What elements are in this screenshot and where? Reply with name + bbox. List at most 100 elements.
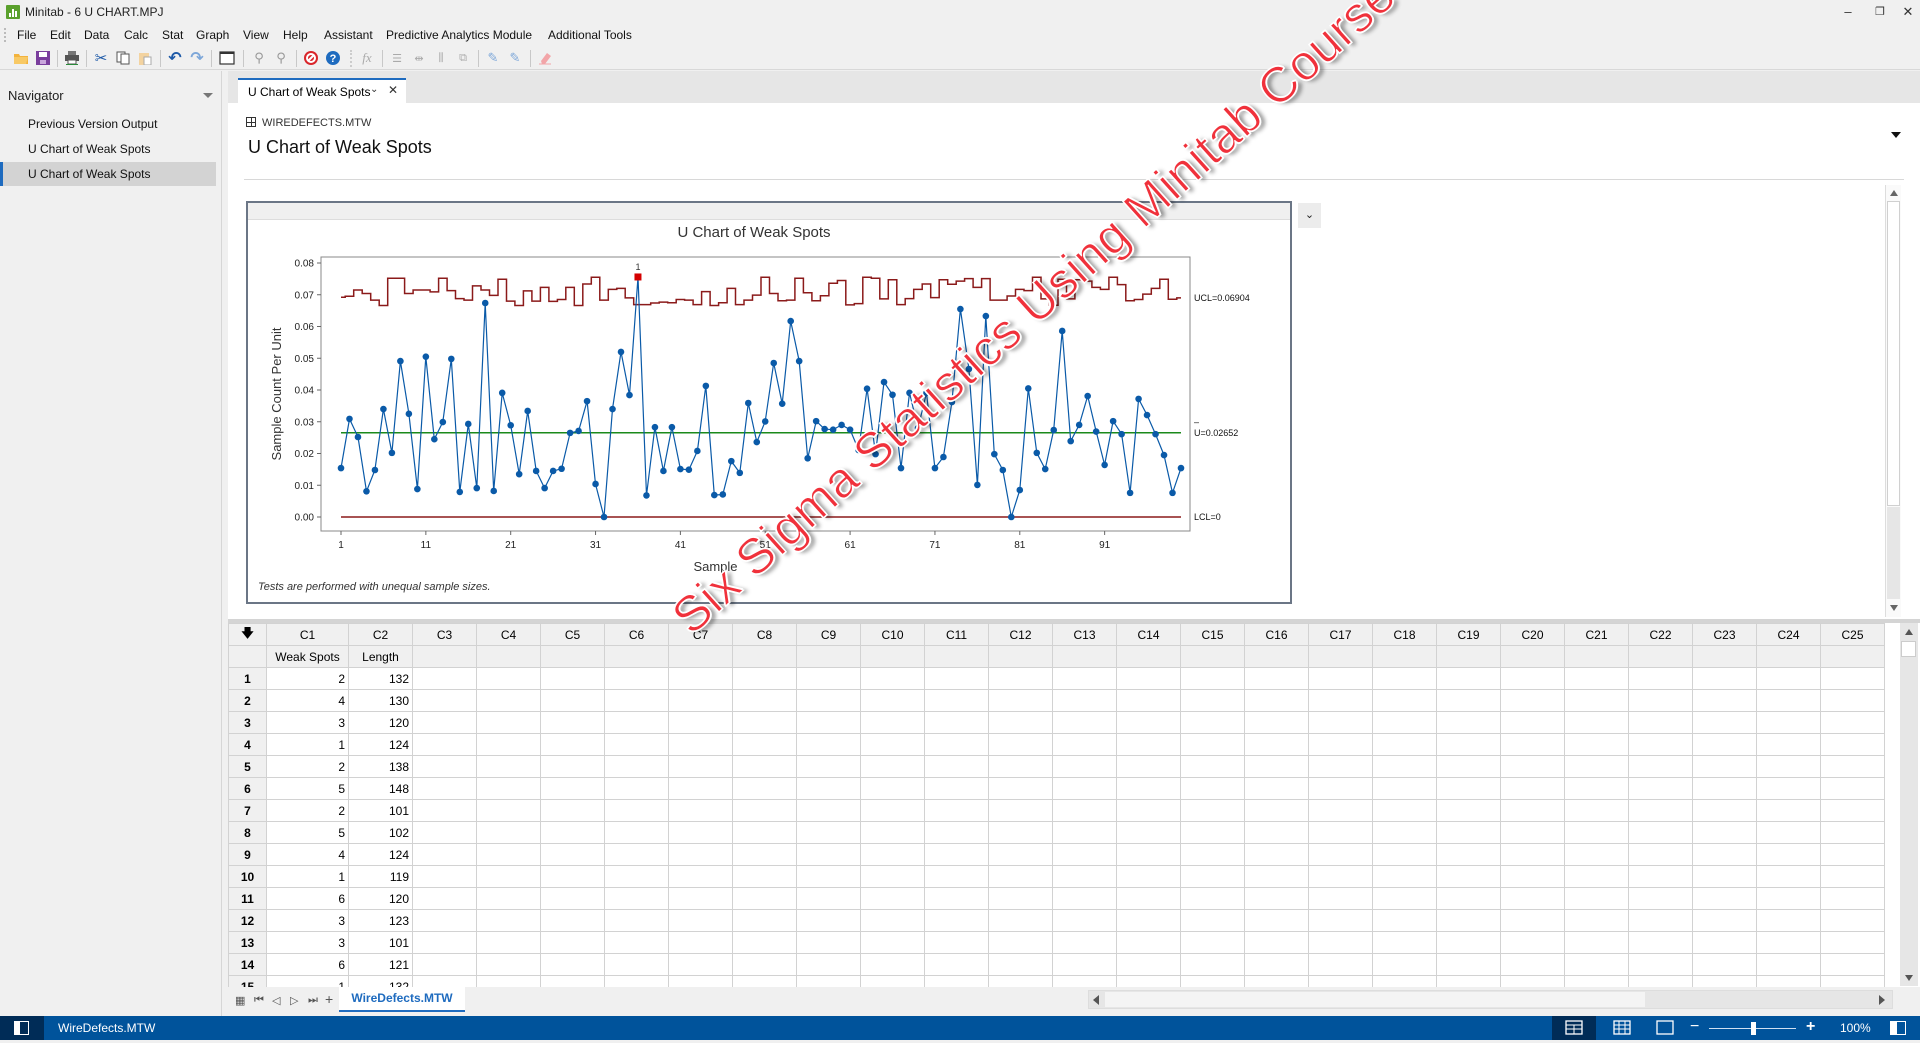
cell-empty[interactable] [604,821,669,844]
row-number[interactable]: 5 [228,755,267,778]
cell-empty[interactable] [1500,799,1565,822]
cell-empty[interactable] [924,689,989,712]
column-name-empty[interactable] [1500,645,1565,668]
cell-empty[interactable] [1244,711,1309,734]
cell-empty[interactable] [988,887,1053,910]
row-number[interactable]: 12 [228,909,267,932]
cell-empty[interactable] [860,821,925,844]
cell-empty[interactable] [988,733,1053,756]
cell-empty[interactable] [604,887,669,910]
cell[interactable]: 123 [348,909,413,932]
cell-empty[interactable] [1820,931,1885,954]
cell-empty[interactable] [412,909,477,932]
view-data-output-button[interactable] [1552,1016,1596,1040]
cell[interactable]: 5 [266,821,349,844]
cell-empty[interactable] [1500,909,1565,932]
cut-icon[interactable]: ✂ [92,49,110,67]
row-number[interactable]: 8 [228,821,267,844]
cell-empty[interactable] [1628,667,1693,690]
cell-empty[interactable] [1052,843,1117,866]
cell-empty[interactable] [1180,931,1245,954]
cell-empty[interactable] [668,777,733,800]
column-header[interactable]: C13 [1052,623,1117,646]
worksheets-list-icon[interactable]: ▦ [235,994,245,1007]
cell-empty[interactable] [1052,821,1117,844]
redo-icon[interactable]: ↷ [188,49,206,67]
cell-empty[interactable] [1628,931,1693,954]
cell-empty[interactable] [1372,887,1437,910]
cell-empty[interactable] [1116,689,1181,712]
cell-empty[interactable] [1244,755,1309,778]
cell-empty[interactable] [732,931,797,954]
cell-empty[interactable] [1436,733,1501,756]
cell-empty[interactable] [1116,909,1181,932]
formula-icon[interactable]: fx [358,49,376,67]
cell-empty[interactable] [1756,689,1821,712]
column-name-empty[interactable] [1372,645,1437,668]
cell-empty[interactable] [1692,821,1757,844]
cell-empty[interactable] [732,733,797,756]
cell-empty[interactable] [1372,689,1437,712]
cell-empty[interactable] [540,689,605,712]
cell-empty[interactable] [1436,755,1501,778]
cell-empty[interactable] [476,931,541,954]
cell-empty[interactable] [412,953,477,976]
cell-empty[interactable] [732,777,797,800]
cell-empty[interactable] [1116,711,1181,734]
cell-empty[interactable] [1308,711,1373,734]
cell-empty[interactable] [1244,887,1309,910]
cell[interactable]: 2 [266,799,349,822]
cell-empty[interactable] [1500,865,1565,888]
column-name-empty[interactable] [412,645,477,668]
cell-empty[interactable] [1436,931,1501,954]
navigator-item-u-chart-1[interactable]: U Chart of Weak Spots [0,137,216,161]
cell-empty[interactable] [1564,799,1629,822]
cell-empty[interactable] [604,909,669,932]
cell-empty[interactable] [1180,843,1245,866]
find-next-icon[interactable]: ⚲ [272,49,290,67]
cell-empty[interactable] [1436,667,1501,690]
sheet-tab[interactable]: WireDefects.MTW [339,987,465,1012]
cell-empty[interactable] [1436,821,1501,844]
cell-empty[interactable] [1052,755,1117,778]
insert-cells-icon[interactable]: ⇹ [410,49,428,67]
column-name-empty[interactable] [668,645,733,668]
cell-empty[interactable] [1308,931,1373,954]
cell-empty[interactable] [1692,711,1757,734]
cell-empty[interactable] [732,799,797,822]
cell-empty[interactable] [1372,953,1437,976]
row-number[interactable]: 7 [228,799,267,822]
cell-empty[interactable] [1692,843,1757,866]
cell-empty[interactable] [1564,821,1629,844]
cell[interactable]: 120 [348,711,413,734]
column-header[interactable]: C17 [1308,623,1373,646]
cell-empty[interactable] [1052,931,1117,954]
menu-file[interactable]: File [17,28,36,42]
cell-empty[interactable] [1308,689,1373,712]
cell-empty[interactable] [860,953,925,976]
menu-additional-tools[interactable]: Additional Tools [548,28,632,42]
navigator-menu-caret-icon[interactable] [203,93,213,98]
cell-empty[interactable] [1564,755,1629,778]
cell-empty[interactable] [1180,887,1245,910]
cell-empty[interactable] [988,821,1053,844]
menu-edit[interactable]: Edit [50,28,71,42]
cell-empty[interactable] [1628,821,1693,844]
cell-empty[interactable] [412,755,477,778]
cell-empty[interactable] [540,755,605,778]
cell-empty[interactable] [1820,887,1885,910]
cell-empty[interactable] [1564,689,1629,712]
column-name[interactable]: Length [348,645,413,668]
menu-graph[interactable]: Graph [196,28,229,42]
cell-empty[interactable] [860,667,925,690]
cell-empty[interactable] [796,821,861,844]
cell-empty[interactable] [476,711,541,734]
column-header[interactable]: C12 [988,623,1053,646]
column-name-empty[interactable] [796,645,861,668]
cell-empty[interactable] [1180,865,1245,888]
cell-empty[interactable] [1628,953,1693,976]
cell-empty[interactable] [476,733,541,756]
cell[interactable]: 3 [266,909,349,932]
cell-empty[interactable] [668,667,733,690]
cell-empty[interactable] [924,953,989,976]
